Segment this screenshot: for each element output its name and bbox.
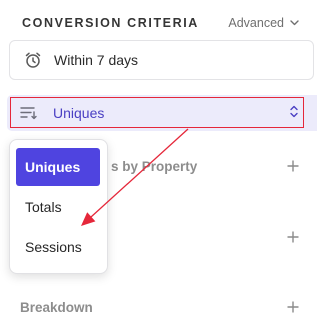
breakdown-row[interactable]: Breakdown bbox=[20, 296, 299, 318]
count-type-selector-box[interactable]: Uniques bbox=[10, 97, 304, 128]
conversion-criteria-header: CONVERSION CRITERIA Advanced bbox=[22, 14, 299, 32]
count-type-selector[interactable]: Uniques bbox=[7, 95, 317, 131]
count-type-value: Uniques bbox=[53, 104, 105, 121]
sort-lines-icon bbox=[20, 106, 37, 119]
conversion-window-label: Within 7 days bbox=[54, 52, 139, 68]
advanced-toggle[interactable]: Advanced bbox=[228, 16, 299, 30]
advanced-label: Advanced bbox=[228, 16, 284, 30]
option-uniques[interactable]: Uniques bbox=[16, 148, 100, 186]
up-down-chevron-icon bbox=[290, 105, 298, 118]
breakdown-label: Breakdown bbox=[20, 299, 93, 315]
plus-icon[interactable] bbox=[287, 160, 299, 172]
alarm-clock-icon bbox=[25, 52, 41, 68]
option-totals[interactable]: Totals bbox=[16, 188, 100, 226]
conversion-window-field[interactable]: Within 7 days bbox=[9, 40, 314, 80]
plus-icon[interactable] bbox=[287, 301, 299, 313]
section-title: CONVERSION CRITERIA bbox=[22, 16, 199, 30]
chevron-down-icon bbox=[290, 20, 299, 26]
holding-constant-label: s by Property bbox=[111, 158, 198, 174]
plus-icon[interactable] bbox=[287, 231, 299, 243]
count-type-dropdown: Uniques Totals Sessions bbox=[9, 139, 108, 274]
option-sessions[interactable]: Sessions bbox=[16, 228, 100, 266]
